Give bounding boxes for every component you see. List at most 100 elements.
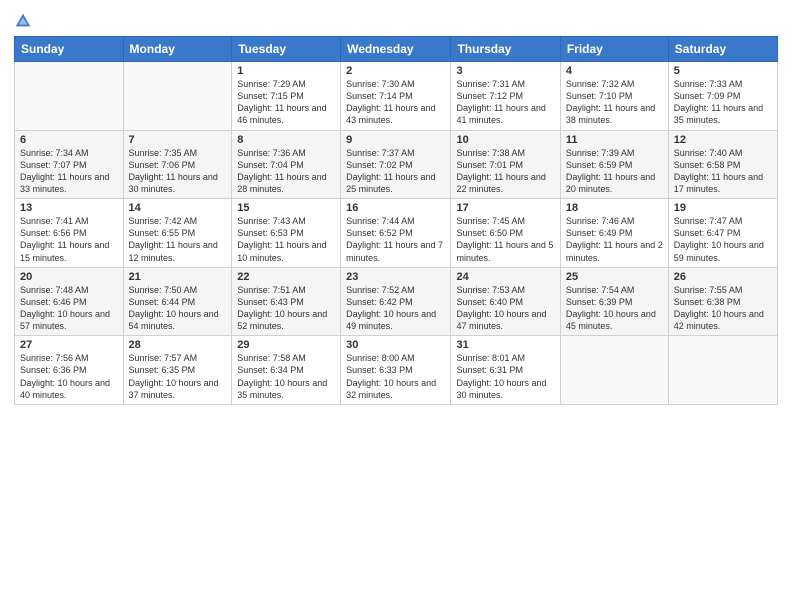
day-detail: Sunrise: 7:50 AM Sunset: 6:44 PM Dayligh… [129,284,227,333]
day-number: 22 [237,271,335,283]
calendar-cell: 22Sunrise: 7:51 AM Sunset: 6:43 PM Dayli… [232,267,341,336]
calendar-cell: 7Sunrise: 7:35 AM Sunset: 7:06 PM Daylig… [123,130,232,199]
day-detail: Sunrise: 7:45 AM Sunset: 6:50 PM Dayligh… [456,215,554,264]
calendar-cell: 28Sunrise: 7:57 AM Sunset: 6:35 PM Dayli… [123,336,232,405]
logo-icon [14,12,32,30]
calendar-cell: 21Sunrise: 7:50 AM Sunset: 6:44 PM Dayli… [123,267,232,336]
day-detail: Sunrise: 8:01 AM Sunset: 6:31 PM Dayligh… [456,352,554,401]
day-detail: Sunrise: 8:00 AM Sunset: 6:33 PM Dayligh… [346,352,445,401]
day-number: 1 [237,65,335,77]
day-detail: Sunrise: 7:38 AM Sunset: 7:01 PM Dayligh… [456,147,554,196]
calendar-cell: 5Sunrise: 7:33 AM Sunset: 7:09 PM Daylig… [668,62,777,131]
calendar-cell: 16Sunrise: 7:44 AM Sunset: 6:52 PM Dayli… [341,199,451,268]
day-detail: Sunrise: 7:52 AM Sunset: 6:42 PM Dayligh… [346,284,445,333]
page: SundayMondayTuesdayWednesdayThursdayFrid… [0,0,792,612]
day-number: 7 [129,134,227,146]
day-detail: Sunrise: 7:53 AM Sunset: 6:40 PM Dayligh… [456,284,554,333]
day-detail: Sunrise: 7:51 AM Sunset: 6:43 PM Dayligh… [237,284,335,333]
day-detail: Sunrise: 7:39 AM Sunset: 6:59 PM Dayligh… [566,147,663,196]
day-detail: Sunrise: 7:35 AM Sunset: 7:06 PM Dayligh… [129,147,227,196]
day-detail: Sunrise: 7:56 AM Sunset: 6:36 PM Dayligh… [20,352,118,401]
calendar-cell: 17Sunrise: 7:45 AM Sunset: 6:50 PM Dayli… [451,199,560,268]
logo [14,10,34,30]
day-number: 6 [20,134,118,146]
calendar-cell: 9Sunrise: 7:37 AM Sunset: 7:02 PM Daylig… [341,130,451,199]
day-number: 25 [566,271,663,283]
day-number: 20 [20,271,118,283]
day-number: 24 [456,271,554,283]
day-number: 23 [346,271,445,283]
day-detail: Sunrise: 7:32 AM Sunset: 7:10 PM Dayligh… [566,78,663,127]
day-detail: Sunrise: 7:57 AM Sunset: 6:35 PM Dayligh… [129,352,227,401]
day-number: 2 [346,65,445,77]
day-detail: Sunrise: 7:54 AM Sunset: 6:39 PM Dayligh… [566,284,663,333]
calendar-cell: 8Sunrise: 7:36 AM Sunset: 7:04 PM Daylig… [232,130,341,199]
day-number: 30 [346,339,445,351]
calendar-cell: 1Sunrise: 7:29 AM Sunset: 7:15 PM Daylig… [232,62,341,131]
calendar-header-saturday: Saturday [668,37,777,62]
calendar-header-tuesday: Tuesday [232,37,341,62]
day-detail: Sunrise: 7:46 AM Sunset: 6:49 PM Dayligh… [566,215,663,264]
day-number: 8 [237,134,335,146]
day-detail: Sunrise: 7:33 AM Sunset: 7:09 PM Dayligh… [674,78,772,127]
day-number: 29 [237,339,335,351]
day-detail: Sunrise: 7:58 AM Sunset: 6:34 PM Dayligh… [237,352,335,401]
calendar-cell: 24Sunrise: 7:53 AM Sunset: 6:40 PM Dayli… [451,267,560,336]
calendar-cell: 14Sunrise: 7:42 AM Sunset: 6:55 PM Dayli… [123,199,232,268]
calendar-cell: 6Sunrise: 7:34 AM Sunset: 7:07 PM Daylig… [15,130,124,199]
day-number: 3 [456,65,554,77]
day-number: 11 [566,134,663,146]
calendar-cell [560,336,668,405]
day-number: 10 [456,134,554,146]
calendar-week-4: 20Sunrise: 7:48 AM Sunset: 6:46 PM Dayli… [15,267,778,336]
calendar-cell: 20Sunrise: 7:48 AM Sunset: 6:46 PM Dayli… [15,267,124,336]
day-detail: Sunrise: 7:47 AM Sunset: 6:47 PM Dayligh… [674,215,772,264]
calendar-cell: 10Sunrise: 7:38 AM Sunset: 7:01 PM Dayli… [451,130,560,199]
day-detail: Sunrise: 7:48 AM Sunset: 6:46 PM Dayligh… [20,284,118,333]
calendar-cell: 11Sunrise: 7:39 AM Sunset: 6:59 PM Dayli… [560,130,668,199]
calendar-cell [15,62,124,131]
calendar-week-1: 1Sunrise: 7:29 AM Sunset: 7:15 PM Daylig… [15,62,778,131]
day-detail: Sunrise: 7:42 AM Sunset: 6:55 PM Dayligh… [129,215,227,264]
calendar-cell: 23Sunrise: 7:52 AM Sunset: 6:42 PM Dayli… [341,267,451,336]
calendar-header-wednesday: Wednesday [341,37,451,62]
calendar-cell: 29Sunrise: 7:58 AM Sunset: 6:34 PM Dayli… [232,336,341,405]
day-detail: Sunrise: 7:55 AM Sunset: 6:38 PM Dayligh… [674,284,772,333]
day-detail: Sunrise: 7:34 AM Sunset: 7:07 PM Dayligh… [20,147,118,196]
calendar-header-thursday: Thursday [451,37,560,62]
day-detail: Sunrise: 7:36 AM Sunset: 7:04 PM Dayligh… [237,147,335,196]
day-detail: Sunrise: 7:44 AM Sunset: 6:52 PM Dayligh… [346,215,445,264]
day-number: 21 [129,271,227,283]
day-number: 16 [346,202,445,214]
calendar-cell: 25Sunrise: 7:54 AM Sunset: 6:39 PM Dayli… [560,267,668,336]
day-number: 18 [566,202,663,214]
day-detail: Sunrise: 7:40 AM Sunset: 6:58 PM Dayligh… [674,147,772,196]
calendar-cell: 27Sunrise: 7:56 AM Sunset: 6:36 PM Dayli… [15,336,124,405]
calendar-header-monday: Monday [123,37,232,62]
calendar-cell: 26Sunrise: 7:55 AM Sunset: 6:38 PM Dayli… [668,267,777,336]
day-number: 28 [129,339,227,351]
calendar-cell: 12Sunrise: 7:40 AM Sunset: 6:58 PM Dayli… [668,130,777,199]
calendar-table: SundayMondayTuesdayWednesdayThursdayFrid… [14,36,778,405]
day-number: 15 [237,202,335,214]
calendar-header-friday: Friday [560,37,668,62]
day-number: 5 [674,65,772,77]
day-number: 12 [674,134,772,146]
day-number: 4 [566,65,663,77]
calendar-week-2: 6Sunrise: 7:34 AM Sunset: 7:07 PM Daylig… [15,130,778,199]
calendar-cell: 30Sunrise: 8:00 AM Sunset: 6:33 PM Dayli… [341,336,451,405]
calendar-cell: 4Sunrise: 7:32 AM Sunset: 7:10 PM Daylig… [560,62,668,131]
day-number: 26 [674,271,772,283]
day-detail: Sunrise: 7:29 AM Sunset: 7:15 PM Dayligh… [237,78,335,127]
day-number: 19 [674,202,772,214]
calendar-cell [123,62,232,131]
day-number: 9 [346,134,445,146]
day-number: 17 [456,202,554,214]
calendar-cell: 31Sunrise: 8:01 AM Sunset: 6:31 PM Dayli… [451,336,560,405]
day-number: 31 [456,339,554,351]
calendar-cell: 2Sunrise: 7:30 AM Sunset: 7:14 PM Daylig… [341,62,451,131]
day-number: 13 [20,202,118,214]
day-number: 27 [20,339,118,351]
day-number: 14 [129,202,227,214]
day-detail: Sunrise: 7:30 AM Sunset: 7:14 PM Dayligh… [346,78,445,127]
